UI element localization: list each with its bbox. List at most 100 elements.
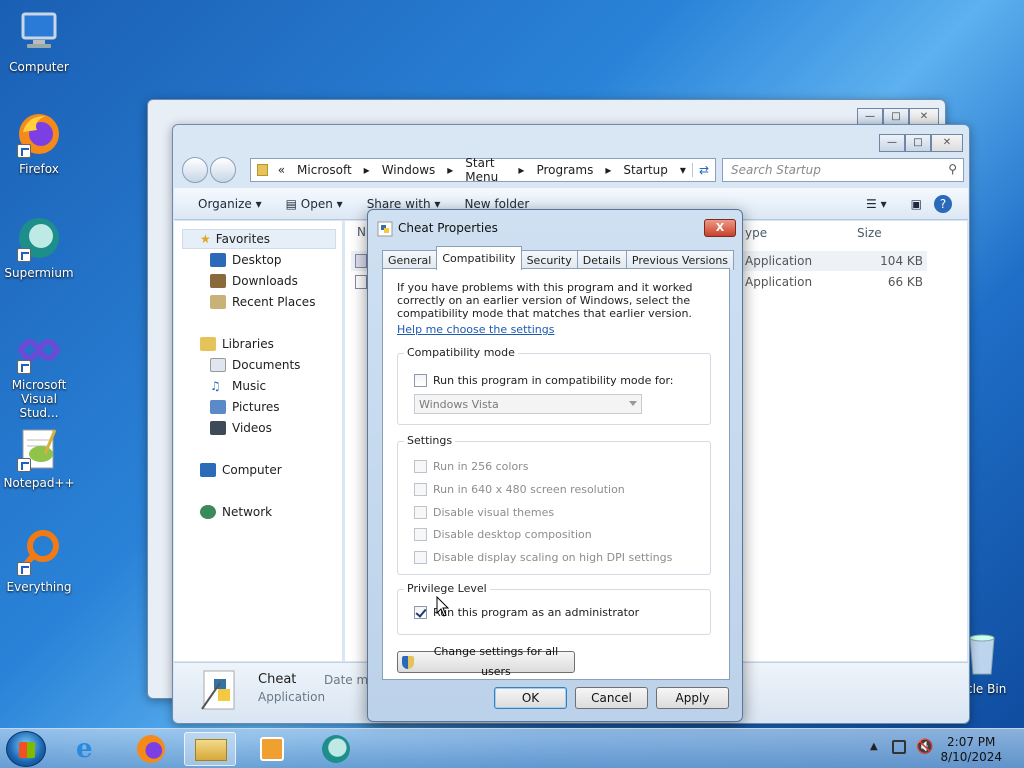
intro-text: If you have problems with this program a… (397, 281, 693, 320)
row-size: 104 KB (880, 254, 923, 268)
cancel-button[interactable]: Cancel (575, 687, 648, 709)
nav-videos[interactable]: Videos (210, 421, 272, 435)
nav-music[interactable]: ♫ Music (210, 379, 266, 393)
tab-general[interactable]: General (382, 250, 438, 270)
run-256-colors-checkbox[interactable]: Run in 256 colors (414, 460, 528, 473)
properties-dialog[interactable]: Cheat Properties X General Compatibility… (367, 209, 743, 722)
mouse-cursor-icon (436, 596, 450, 617)
breadcrumb-microsoft[interactable]: Microsoft (291, 163, 358, 177)
file-icon (355, 275, 367, 289)
file-icon (355, 254, 367, 268)
search-input[interactable]: Search Startup ⚲ (722, 158, 964, 182)
maximize-icon[interactable]: □ (905, 134, 931, 152)
row-type: Application (745, 275, 813, 289)
nav-network[interactable]: Network (200, 505, 272, 519)
firefox-icon (137, 735, 165, 763)
checkbox-icon (414, 528, 427, 541)
compatibility-panel: If you have problems with this program a… (382, 268, 730, 680)
preview-pane-icon[interactable]: ▣ (899, 197, 934, 211)
documents-icon (210, 358, 226, 372)
run-640x480-checkbox[interactable]: Run in 640 x 480 screen resolution (414, 483, 625, 496)
videos-icon (210, 421, 226, 435)
column-header-size[interactable]: Size (857, 226, 882, 240)
network-tray-icon[interactable] (892, 740, 906, 754)
disable-desktop-composition-checkbox[interactable]: Disable desktop composition (414, 528, 592, 541)
supermium-icon (322, 735, 350, 763)
close-icon[interactable]: ✕ (931, 134, 963, 152)
checkbox-icon (414, 551, 427, 564)
show-hidden-icons-icon[interactable]: ▲ (870, 741, 878, 752)
apply-button[interactable]: Apply (656, 687, 729, 709)
network-icon (200, 505, 216, 519)
desktop-icon-label: Notepad++ (3, 476, 75, 490)
column-header-name[interactable]: N (357, 225, 366, 239)
address-overflow[interactable]: « (272, 163, 291, 177)
change-settings-all-users-button[interactable]: Change settings for all users (397, 645, 575, 678)
desktop-icon-label: Firefox (19, 162, 59, 176)
breadcrumb-programs[interactable]: Programs (530, 163, 599, 177)
start-button[interactable] (6, 731, 46, 767)
compat-mode-select[interactable]: Windows Vista (414, 394, 642, 414)
taskbar-firefox[interactable] (124, 732, 176, 766)
back-button[interactable] (182, 157, 208, 183)
group-title: Privilege Level (404, 582, 490, 595)
volume-muted-icon[interactable]: 🔇 (916, 739, 933, 755)
column-header-type[interactable]: ype (745, 226, 767, 240)
clock[interactable]: 2:07 PM 8/10/2024 (940, 735, 1002, 765)
taskbar-media-player[interactable] (246, 732, 298, 766)
clock-time: 2:07 PM (947, 735, 996, 749)
taskbar-supermium[interactable] (310, 732, 362, 766)
disable-dpi-scaling-checkbox[interactable]: Disable display scaling on high DPI sett… (414, 551, 672, 564)
tab-compatibility[interactable]: Compatibility (436, 246, 522, 270)
desktop-icon-notepadpp[interactable]: Notepad++ (2, 424, 76, 490)
recycle-bin-icon (966, 630, 998, 678)
dialog-close-button[interactable]: X (704, 219, 736, 237)
minimize-icon[interactable]: — (879, 134, 905, 152)
media-player-icon (260, 737, 284, 761)
forward-button[interactable] (210, 157, 236, 183)
nav-libraries[interactable]: Libraries (200, 337, 274, 351)
taskbar-internet-explorer[interactable]: e (64, 732, 116, 766)
breadcrumb-start-menu[interactable]: Start Menu (459, 156, 512, 184)
nav-computer[interactable]: Computer (200, 463, 282, 477)
recent-places-icon (210, 295, 226, 309)
desktop-icon-firefox[interactable]: Firefox (2, 110, 76, 176)
checkbox-icon (414, 506, 427, 519)
breadcrumb-windows[interactable]: Windows (376, 163, 442, 177)
nav-recent-places[interactable]: Recent Places (210, 295, 315, 309)
chevron-right-icon: ▸ (363, 163, 370, 177)
breadcrumb-startup[interactable]: Startup (617, 163, 674, 177)
nav-favorites[interactable]: ★ Favorites (200, 232, 270, 246)
desktop-icon-label: Supermium (4, 266, 74, 280)
help-link[interactable]: Help me choose the settings (397, 323, 554, 336)
address-bar[interactable]: « Microsoft ▸ Windows ▸ Start Menu ▸ Progra… (250, 156, 716, 184)
desktop-icon-visual-studio[interactable]: Microsoft Visual Stud... (2, 326, 76, 420)
tab-previous-versions[interactable]: Previous Versions (625, 250, 735, 270)
view-options-icon[interactable]: ☰ ▾ (854, 197, 899, 211)
nav-desktop[interactable]: Desktop (210, 253, 282, 267)
open-button[interactable]: ▤ Open ▾ (274, 197, 355, 211)
help-icon[interactable]: ? (934, 194, 952, 213)
desktop-icon-supermium[interactable]: Supermium (2, 214, 76, 280)
refresh-icon[interactable]: ⇄ (691, 163, 715, 177)
uac-shield-icon (402, 655, 414, 669)
disable-visual-themes-checkbox[interactable]: Disable visual themes (414, 506, 554, 519)
details-name: Cheat (258, 672, 297, 687)
tab-security[interactable]: Security (520, 250, 578, 270)
nav-pictures[interactable]: Pictures (210, 400, 280, 414)
address-dropdown-icon[interactable]: ▾ (674, 163, 692, 177)
computer-icon (15, 8, 63, 56)
taskbar-explorer[interactable] (184, 732, 236, 766)
desktop-icon-label: Everything (6, 580, 72, 594)
desktop-icon-everything[interactable]: Everything (2, 528, 76, 594)
settings-group: Settings Run in 256 colors Run in 640 x … (397, 434, 711, 575)
shortcut-arrow-icon (17, 144, 31, 158)
organize-button[interactable]: Organize ▾ (174, 197, 274, 211)
nav-downloads[interactable]: Downloads (210, 274, 298, 288)
tab-details[interactable]: Details (576, 250, 627, 270)
compat-mode-checkbox[interactable]: Run this program in compatibility mode f… (414, 374, 674, 387)
firefox-icon (15, 110, 63, 158)
desktop-icon-computer[interactable]: Computer (2, 8, 76, 74)
nav-documents[interactable]: Documents (210, 358, 300, 372)
ok-button[interactable]: OK (494, 687, 567, 709)
